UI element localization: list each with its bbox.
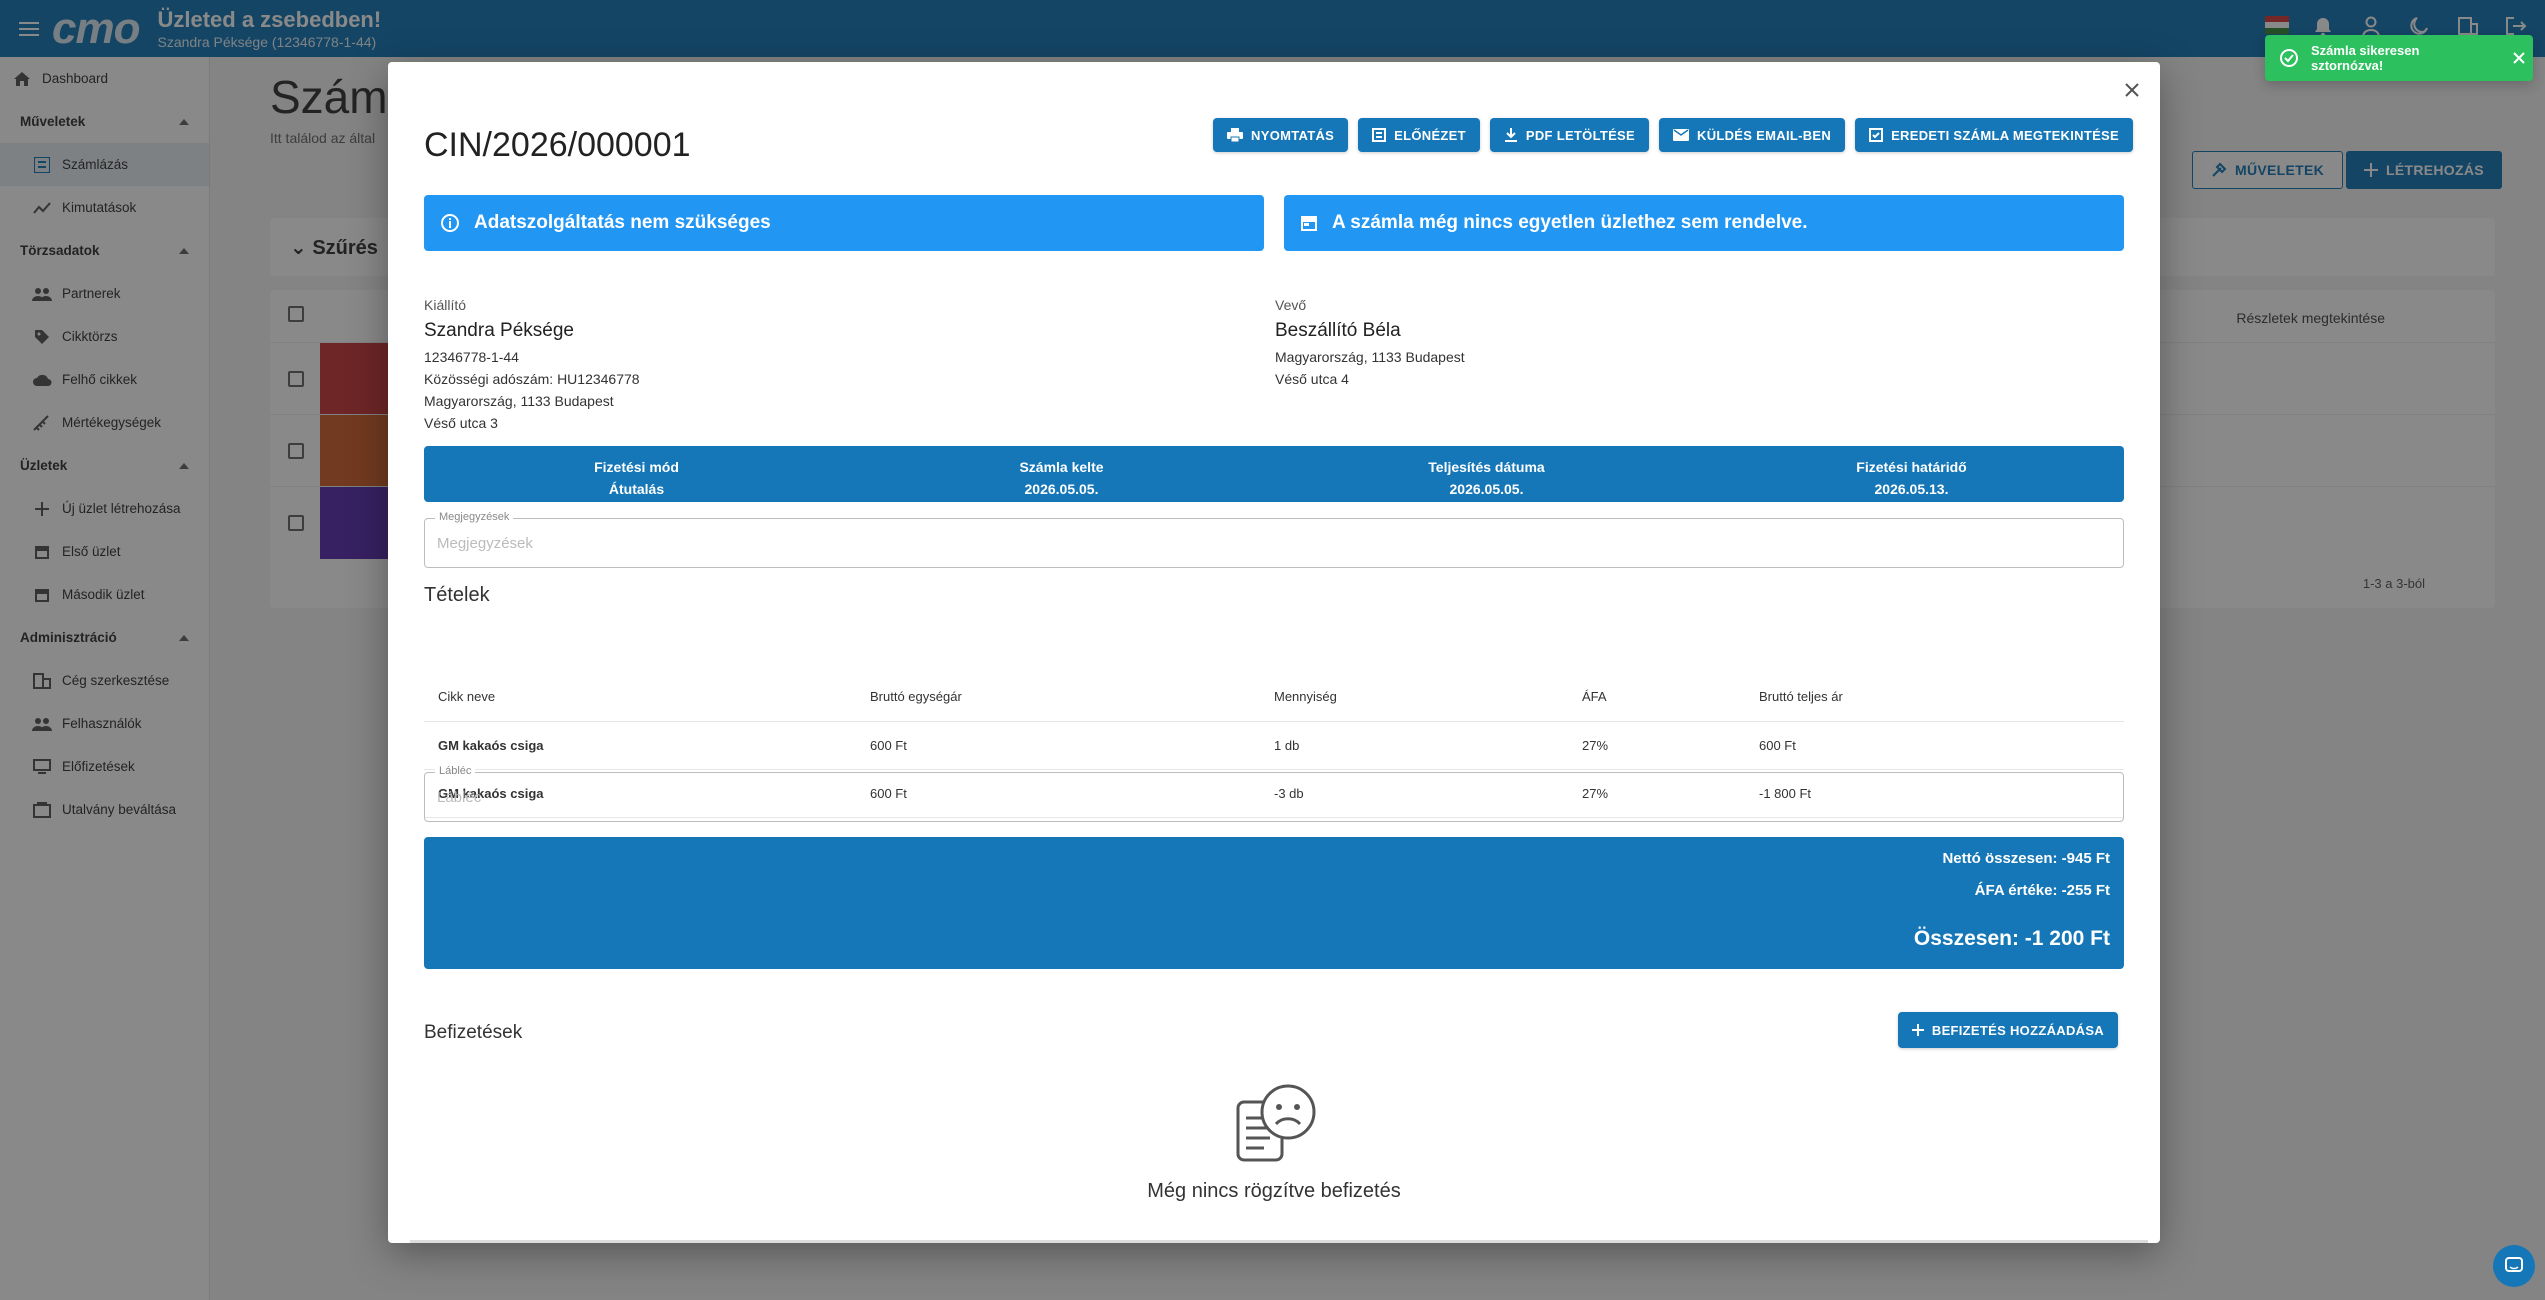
sad-document-icon [1236,1084,1316,1162]
info-label: Teljesítés dátuma [1428,459,1545,475]
buyer-block: Vevő Beszállító Béla Magyarország, 1133 … [1275,294,1465,390]
issuer-tax-number: 12346778-1-44 [424,349,519,365]
column-header: Cikk neve [438,689,496,704]
preview-button[interactable]: ELŐNÉZET [1358,118,1480,152]
column-header: Bruttó egységár [870,689,962,704]
store-assignment-alert: A számla még nincs egyetlen üzlethez sem… [1284,195,2124,251]
payments-title: Befizetések [424,1022,523,1043]
print-icon [1227,128,1244,142]
info-label: Fizetési mód [594,459,679,475]
notes-field[interactable]: Megjegyzések Megjegyzések [424,511,2124,568]
items-header-row: Cikk neve Bruttó egységár Mennyiség ÁFA … [424,672,2124,722]
dialog-scrollbar[interactable] [410,1240,2148,1243]
print-button-label: NYOMTATÁS [1251,127,1335,143]
invoice-number: CIN/2026/000001 [424,126,691,164]
net-total: Nettó összesen: -945 Ft [1942,850,2110,867]
gross-total: Összesen: -1 200 Ft [1913,927,2110,950]
item-total: 600 Ft [1759,738,1796,753]
buyer-city: Magyarország, 1133 Budapest [1275,349,1465,365]
item-name: GM kakaós csiga [438,738,544,753]
table-row: GM kakaós csiga 600 Ft 1 db 27% 600 Ft [424,722,2124,770]
column-header: Bruttó teljes ár [1759,689,1843,704]
info-value: 2026.05.13. [1874,481,1949,497]
buyer-label: Vevő [1275,297,1307,313]
view-original-button[interactable]: EREDETI SZÁMLA MEGTEKINTÉSE [1855,118,2133,152]
add-payment-button[interactable]: BEFIZETÉS HOZZÁADÁSA [1897,1012,2118,1048]
invoice-info-bar: Fizetési mód Átutalás Számla kelte 2026.… [424,446,2124,502]
preview-icon [1372,128,1387,142]
data-reporting-alert: Adatszolgáltatás nem szükséges [424,195,1264,251]
issuer-eu-tax-number: Közösségi adószám: HU12346778 [424,371,640,387]
invoice-date: Számla kelte 2026.05.05. [849,446,1274,502]
email-icon [1673,129,1689,141]
data-reporting-alert-text: Adatszolgáltatás nem szükséges [474,212,771,233]
send-email-button-label: KÜLDÉS EMAIL-BEN [1697,127,1832,143]
chat-button[interactable] [2493,1245,2535,1287]
view-original-button-label: EREDETI SZÁMLA MEGTEKINTÉSE [1891,127,2119,143]
issuer-street: Véső utca 3 [424,415,498,431]
close-icon[interactable] [2118,76,2146,104]
close-icon[interactable] [2505,52,2533,64]
info-value: Átutalás [608,481,665,497]
issuer-city: Magyarország, 1133 Budapest [424,393,614,409]
fulfillment-date: Teljesítés dátuma 2026.05.05. [1274,446,1699,502]
info-value: 2026.05.05. [1024,481,1099,497]
payment-method: Fizetési mód Átutalás [424,446,849,502]
info-icon [441,214,459,232]
send-email-button[interactable]: KÜLDÉS EMAIL-BEN [1659,118,1846,152]
column-header: ÁFA [1582,689,1607,704]
no-payments-text: Még nincs rögzítve befizetés [1147,1180,1401,1202]
info-label: Fizetési határidő [1856,459,1967,475]
invoice-dialog: CIN/2026/000001 NYOMTATÁS ELŐNÉZET PDF L… [388,62,2160,1243]
print-button[interactable]: NYOMTATÁS [1213,118,1349,152]
preview-button-label: ELŐNÉZET [1394,127,1466,143]
footer-field-label: Lábléc [435,765,476,777]
notes-field-label: Megjegyzések [435,511,514,523]
chat-icon [2505,1257,2523,1272]
totals-panel: Nettó összesen: -945 Ft ÁFA értéke: -255… [424,837,2124,969]
toast-message: Számla sikeresen sztornózva! [2311,43,2420,73]
info-label: Számla kelte [1019,459,1104,475]
issuer-label: Kiállító [424,297,467,313]
original-invoice-icon [1869,128,1884,142]
store-icon [1301,216,1317,231]
pdf-download-button[interactable]: PDF LETÖLTÉSE [1489,118,1649,152]
invoice-actions: NYOMTATÁS ELŐNÉZET PDF LETÖLTÉSE KÜLDÉS … [1213,118,2133,152]
notes-field-placeholder: Megjegyzések [437,535,533,552]
item-quantity: 1 db [1274,738,1300,753]
buyer-name: Beszállító Béla [1275,320,1401,341]
download-icon [1504,128,1517,142]
info-value: 2026.05.05. [1449,481,1524,497]
column-header: Mennyiség [1274,689,1337,704]
issuer-name: Szandra Péksége [424,320,574,341]
item-unit-price: 600 Ft [870,738,907,753]
items-title: Tételek [424,584,490,606]
item-vat: 27% [1582,738,1609,753]
pdf-download-button-label: PDF LETÖLTÉSE [1525,127,1635,143]
vat-total: ÁFA értéke: -255 Ft [1974,882,2110,899]
add-payment-button-label: BEFIZETÉS HOZZÁADÁSA [1931,1022,2104,1038]
plus-icon [1911,1024,1924,1036]
issuer-block: Kiállító Szandra Péksége 12346778-1-44 K… [424,294,640,434]
payment-deadline: Fizetési határidő 2026.05.13. [1699,446,2124,502]
store-assignment-alert-text: A számla még nincs egyetlen üzlethez sem… [1332,212,1808,233]
footer-field-placeholder: Lábléc [437,789,482,806]
success-toast: Számla sikeresen sztornózva! [2265,35,2533,81]
check-circle-icon [2280,49,2298,67]
footer-field[interactable]: Lábléc Lábléc [424,765,2124,822]
buyer-street: Véső utca 4 [1275,371,1349,387]
